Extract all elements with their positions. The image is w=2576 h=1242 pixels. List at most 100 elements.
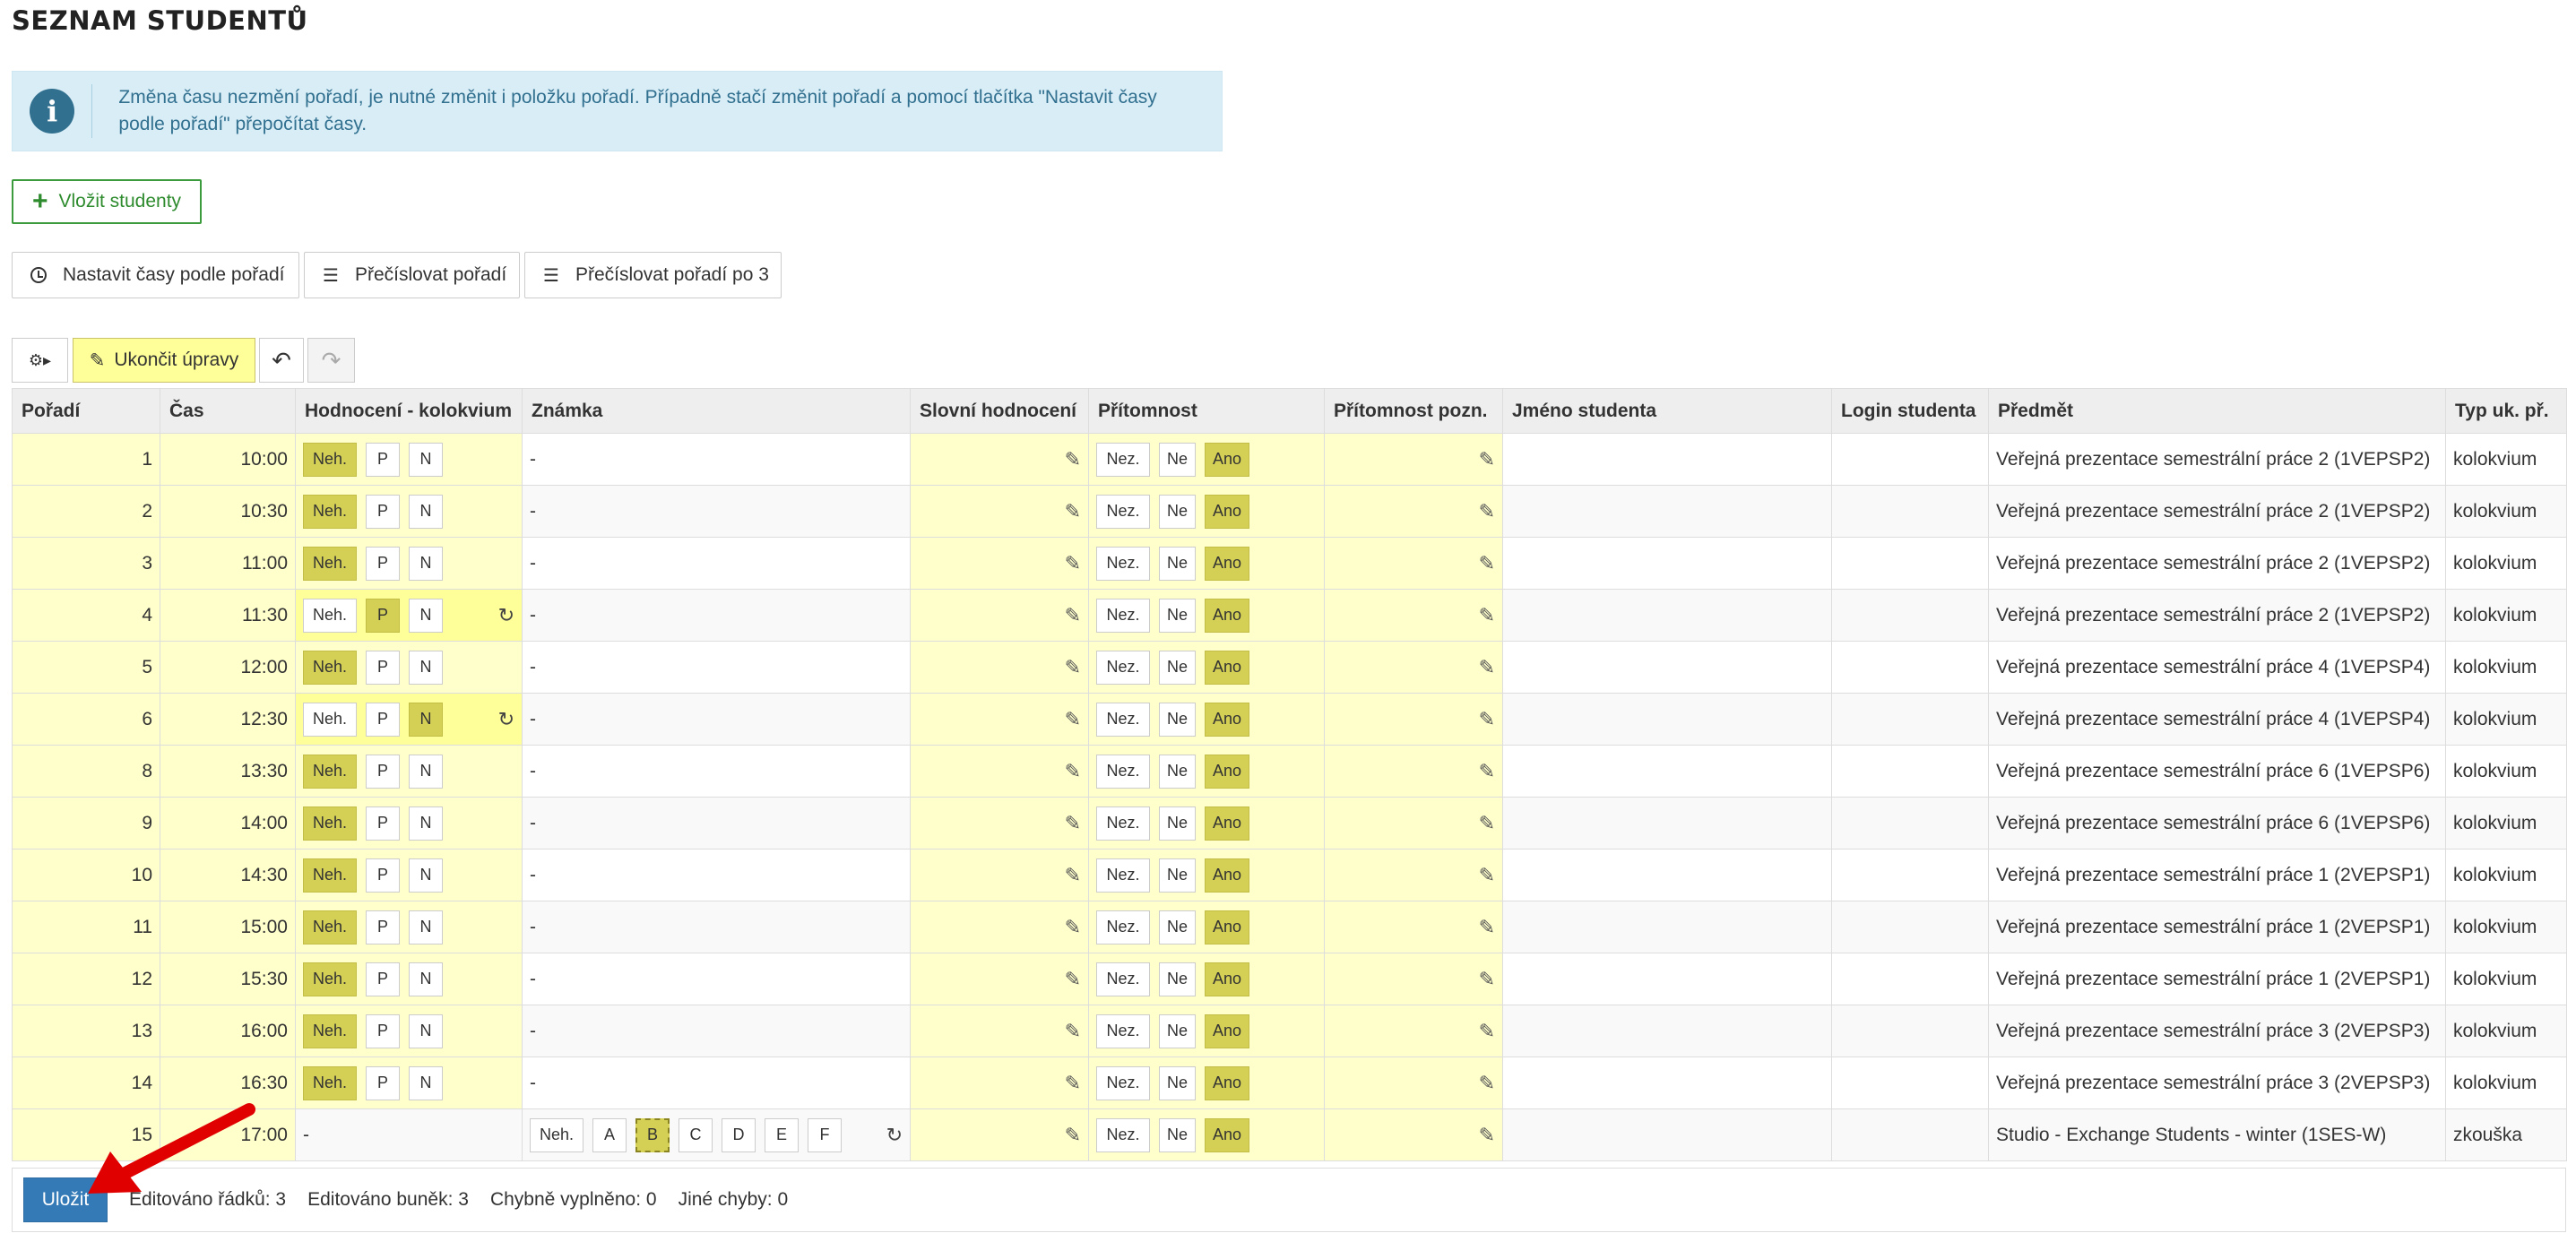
edit-icon[interactable]: ✎ [1479, 604, 1495, 627]
reset-icon[interactable]: ↻ [886, 1124, 903, 1147]
presence-note-cell[interactable]: ✎ [1324, 1057, 1503, 1109]
edit-icon[interactable]: ✎ [1479, 968, 1495, 991]
evaluation-option[interactable]: Neh. [303, 546, 357, 581]
order-cell[interactable]: 8 [12, 745, 160, 798]
reset-icon[interactable]: ↻ [498, 708, 514, 731]
presence-option[interactable]: Ano [1205, 858, 1250, 893]
presence-option[interactable]: Nez. [1096, 546, 1150, 581]
evaluation-option[interactable]: P [366, 494, 400, 529]
time-cell[interactable]: 13:30 [160, 745, 296, 798]
edit-icon[interactable]: ✎ [1065, 864, 1081, 887]
evaluation-option[interactable]: Neh. [303, 806, 357, 841]
presence-option[interactable]: Nez. [1096, 1013, 1150, 1048]
presence-option[interactable]: Ne [1159, 1065, 1197, 1100]
evaluation-option[interactable]: N [409, 1013, 443, 1048]
verbal-evaluation-cell[interactable]: ✎ [910, 797, 1089, 850]
presence-option[interactable]: Ne [1159, 806, 1197, 841]
verbal-evaluation-cell[interactable]: ✎ [910, 1005, 1089, 1057]
evaluation-option[interactable]: Neh. [303, 650, 357, 685]
order-cell[interactable]: 9 [12, 797, 160, 850]
edit-icon[interactable]: ✎ [1065, 552, 1081, 575]
edit-icon[interactable]: ✎ [1479, 708, 1495, 731]
set-times-button[interactable]: Nastavit časy podle pořadí [12, 252, 299, 298]
presence-option[interactable]: Ano [1205, 650, 1250, 685]
presence-note-cell[interactable]: ✎ [1324, 849, 1503, 901]
column-header[interactable]: Typ uk. př. [2445, 388, 2567, 434]
end-editing-button[interactable]: ✎ Ukončit úpravy [73, 338, 255, 383]
column-header[interactable]: Čas [160, 388, 296, 434]
evaluation-option[interactable]: N [409, 598, 443, 633]
edit-icon[interactable]: ✎ [1479, 812, 1495, 835]
presence-option[interactable]: Nez. [1096, 754, 1150, 789]
evaluation-option[interactable]: N [409, 754, 443, 789]
renumber-button[interactable]: ☰ Přečíslovat pořadí [304, 252, 520, 298]
presence-option[interactable]: Nez. [1096, 442, 1150, 477]
evaluation-option[interactable]: Neh. [303, 702, 357, 737]
time-cell[interactable]: 16:30 [160, 1057, 296, 1109]
edit-icon[interactable]: ✎ [1479, 916, 1495, 939]
grade-option[interactable]: E [765, 1117, 799, 1152]
evaluation-option[interactable]: Neh. [303, 442, 357, 477]
edit-icon[interactable]: ✎ [1065, 1020, 1081, 1043]
presence-option[interactable]: Nez. [1096, 962, 1150, 996]
time-cell[interactable]: 11:30 [160, 589, 296, 642]
presence-option[interactable]: Ano [1205, 442, 1250, 477]
verbal-evaluation-cell[interactable]: ✎ [910, 537, 1089, 590]
column-header[interactable]: Jméno studenta [1502, 388, 1832, 434]
presence-note-cell[interactable]: ✎ [1324, 745, 1503, 798]
order-cell[interactable]: 3 [12, 537, 160, 590]
presence-option[interactable]: Nez. [1096, 806, 1150, 841]
column-header[interactable]: Předmět [1988, 388, 2446, 434]
order-cell[interactable]: 10 [12, 849, 160, 901]
presence-note-cell[interactable]: ✎ [1324, 589, 1503, 642]
evaluation-option[interactable]: P [366, 754, 400, 789]
presence-option[interactable]: Ne [1159, 910, 1197, 944]
edit-icon[interactable]: ✎ [1479, 448, 1495, 471]
evaluation-option[interactable]: P [366, 1065, 400, 1100]
presence-option[interactable]: Ne [1159, 858, 1197, 893]
order-cell[interactable]: 6 [12, 693, 160, 746]
time-cell[interactable]: 15:30 [160, 953, 296, 1005]
presence-option[interactable]: Ano [1205, 910, 1250, 944]
edit-icon[interactable]: ✎ [1479, 760, 1495, 783]
order-cell[interactable]: 14 [12, 1057, 160, 1109]
grade-option[interactable]: B [635, 1117, 670, 1152]
edit-icon[interactable]: ✎ [1479, 500, 1495, 523]
evaluation-option[interactable]: Neh. [303, 910, 357, 944]
evaluation-option[interactable]: P [366, 1013, 400, 1048]
order-cell[interactable]: 12 [12, 953, 160, 1005]
edit-icon[interactable]: ✎ [1065, 1072, 1081, 1095]
column-header[interactable]: Přítomnost pozn. [1324, 388, 1503, 434]
evaluation-option[interactable]: N [409, 858, 443, 893]
column-header[interactable]: Hodnocení - kolokvium [295, 388, 523, 434]
edit-icon[interactable]: ✎ [1065, 916, 1081, 939]
presence-note-cell[interactable]: ✎ [1324, 537, 1503, 590]
edit-icon[interactable]: ✎ [1065, 812, 1081, 835]
presence-option[interactable]: Ne [1159, 442, 1197, 477]
verbal-evaluation-cell[interactable]: ✎ [910, 849, 1089, 901]
presence-option[interactable]: Ano [1205, 806, 1250, 841]
presence-note-cell[interactable]: ✎ [1324, 485, 1503, 538]
verbal-evaluation-cell[interactable]: ✎ [910, 433, 1089, 486]
evaluation-option[interactable]: N [409, 494, 443, 529]
evaluation-option[interactable]: N [409, 702, 443, 737]
presence-note-cell[interactable]: ✎ [1324, 953, 1503, 1005]
redo-button[interactable]: ↷ [307, 338, 355, 383]
presence-option[interactable]: Ne [1159, 1013, 1197, 1048]
presence-note-cell[interactable]: ✎ [1324, 1108, 1503, 1161]
edit-icon[interactable]: ✎ [1065, 760, 1081, 783]
verbal-evaluation-cell[interactable]: ✎ [910, 485, 1089, 538]
presence-option[interactable]: Nez. [1096, 1065, 1150, 1100]
evaluation-option[interactable]: N [409, 442, 443, 477]
evaluation-option[interactable]: P [366, 910, 400, 944]
presence-option[interactable]: Ne [1159, 1117, 1197, 1152]
grade-option[interactable]: F [808, 1117, 842, 1152]
undo-button[interactable]: ↶ [259, 338, 304, 383]
presence-option[interactable]: Nez. [1096, 858, 1150, 893]
time-cell[interactable]: 12:30 [160, 693, 296, 746]
evaluation-option[interactable]: N [409, 650, 443, 685]
presence-option[interactable]: Ano [1205, 546, 1250, 581]
presence-option[interactable]: Ano [1205, 754, 1250, 789]
presence-option[interactable]: Nez. [1096, 1117, 1150, 1152]
evaluation-option[interactable]: P [366, 598, 400, 633]
